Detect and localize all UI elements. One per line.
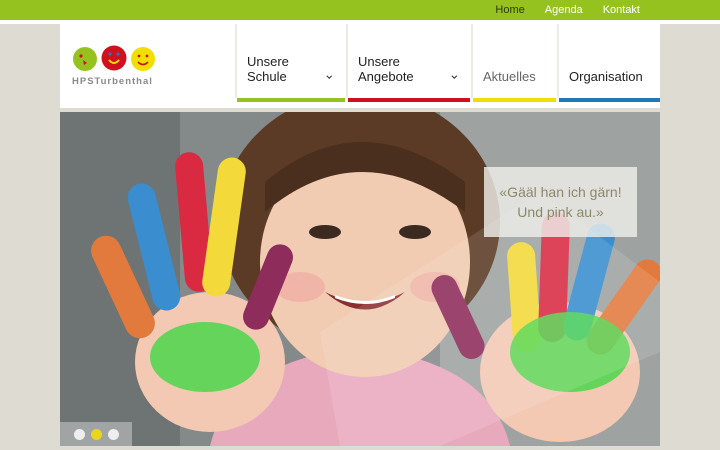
main-nav: Unsere Schule Unsere Angebote Aktuelles … [237,24,660,102]
nav-label: Unsere Angebote [358,54,414,84]
hero-quote-box: «Gääl han ich gärn! Und pink au.» [484,167,637,237]
logo-faces-icon [73,45,155,71]
nav-item-unsere-angebote[interactable]: Unsere Angebote [348,24,470,102]
slider-dot-3[interactable] [108,428,119,440]
nav-label: Aktuelles [483,69,536,84]
slider-dot-2[interactable] [91,428,102,440]
nav-item-organisation[interactable]: Organisation [559,24,660,102]
util-link-agenda[interactable]: Agenda [545,4,583,16]
utility-nav: Home Agenda Kontakt [495,0,640,20]
hero-quote-line-1: «Gääl han ich gärn! [499,184,622,200]
hero-image [60,112,660,446]
site-logo[interactable]: HPSTurbenthal [72,44,162,94]
nav-color-bar [348,98,470,102]
top-utility-bar: Home Agenda Kontakt [0,0,720,20]
nav-label: Organisation [569,69,643,84]
nav-color-bar [237,98,345,102]
util-link-kontakt[interactable]: Kontakt [603,4,640,16]
hero-quote-line-2: Und pink au.» [517,204,604,220]
site-header: HPSTurbenthal Unsere Schule Unsere Angeb… [60,24,660,108]
nav-item-unsere-schule[interactable]: Unsere Schule [237,24,345,102]
chevron-down-icon [451,75,458,80]
logo-text: HPSTurbenthal [72,76,153,87]
nav-color-bar [559,98,660,102]
nav-label: Unsere Schule [247,54,289,84]
nav-item-aktuelles[interactable]: Aktuelles [473,24,556,102]
slider-dot-1[interactable] [74,428,85,440]
chevron-down-icon [326,75,333,79]
nav-color-bar [473,98,556,102]
hero-slider[interactable]: «Gääl han ich gärn! Und pink au.» [60,112,660,446]
slider-pagination [60,422,132,446]
util-link-home[interactable]: Home [495,4,524,16]
